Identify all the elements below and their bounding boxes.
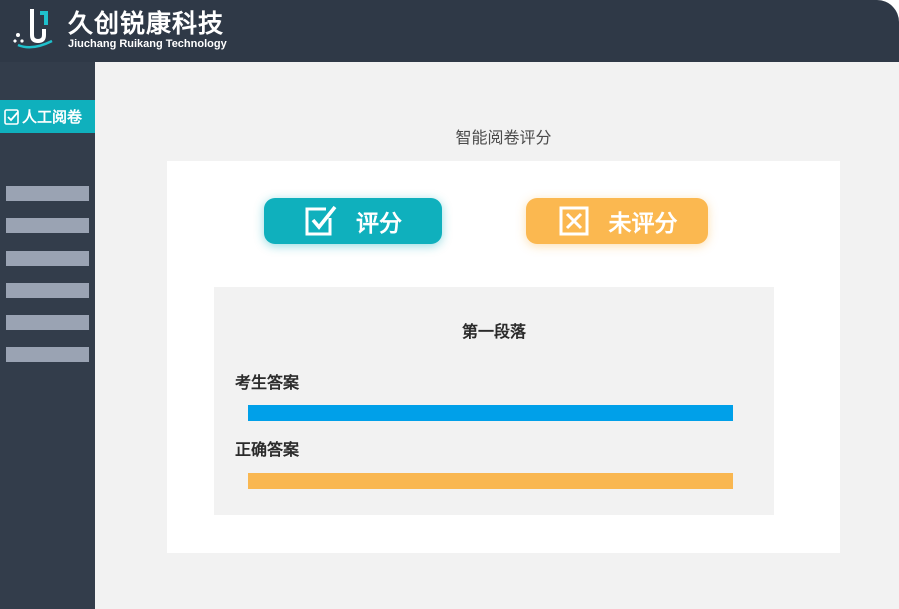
- check-box-icon: [4, 108, 19, 125]
- sidebar: 人工阅卷: [0, 62, 95, 609]
- sidebar-item-manual-grading[interactable]: 人工阅卷: [0, 100, 95, 133]
- score-button[interactable]: 评分: [264, 198, 442, 244]
- paragraph-panel: 第一段落 考生答案 正确答案: [214, 287, 774, 515]
- brand-name-cn: 久创锐康科技: [68, 9, 225, 38]
- brand-logo-icon: [13, 9, 53, 49]
- sidebar-item-placeholder[interactable]: [6, 347, 89, 362]
- brand-name-en: Jiuchang Ruikang Technology: [68, 38, 227, 50]
- student-answer-label: 考生答案: [235, 373, 300, 392]
- unscored-button[interactable]: 未评分: [526, 198, 708, 244]
- score-button-label: 评分: [356, 211, 402, 237]
- sidebar-item-placeholder[interactable]: [6, 283, 89, 298]
- top-header: 久创锐康科技 Jiuchang Ruikang Technology: [0, 0, 899, 62]
- sidebar-item-placeholder[interactable]: [6, 315, 89, 330]
- student-answer-bar: [248, 405, 733, 421]
- sidebar-item-placeholder[interactable]: [6, 218, 89, 233]
- paragraph-title: 第一段落: [461, 322, 526, 341]
- check-box-icon: [305, 205, 337, 236]
- correct-answer-label: 正确答案: [235, 440, 300, 459]
- x-box-icon: [559, 206, 588, 236]
- app-window: 久创锐康科技 Jiuchang Ruikang Technology 人工阅卷 …: [0, 0, 899, 609]
- unscored-button-label: 未评分: [608, 211, 678, 237]
- sidebar-item-label: 人工阅卷: [22, 108, 83, 126]
- grading-card: 评分 未评分 第一段落 考生答案 正确答案: [167, 161, 840, 553]
- correct-answer-bar: [248, 473, 733, 489]
- sidebar-item-placeholder[interactable]: [6, 251, 89, 266]
- page-title: 智能阅卷评分: [455, 128, 552, 147]
- sidebar-item-placeholder[interactable]: [6, 186, 89, 201]
